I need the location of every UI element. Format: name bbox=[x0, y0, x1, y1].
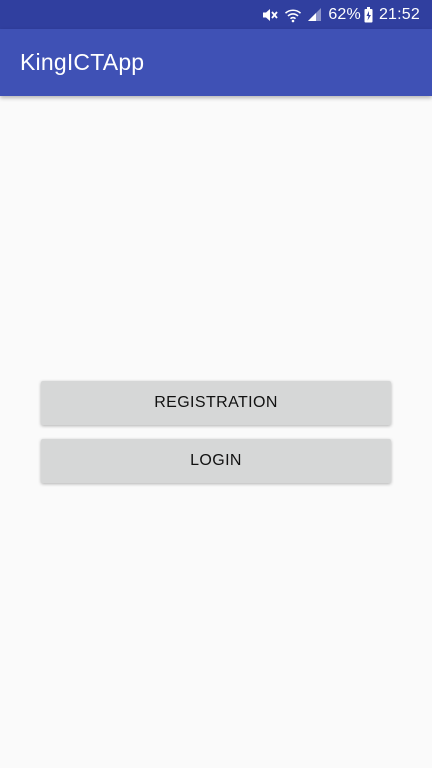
status-time: 21:52 bbox=[378, 5, 420, 23]
battery-percent: 62% bbox=[328, 5, 361, 23]
app-bar: KingICTApp bbox=[0, 29, 432, 96]
wifi-icon bbox=[284, 7, 302, 23]
signal-icon bbox=[307, 7, 322, 22]
mute-icon bbox=[261, 7, 279, 23]
main-content: REGISTRATION LOGIN bbox=[0, 96, 432, 768]
status-bar: 62% 21:52 bbox=[0, 0, 432, 29]
login-button[interactable]: LOGIN bbox=[41, 439, 391, 483]
battery-charging-icon bbox=[364, 6, 373, 23]
app-title: KingICTApp bbox=[20, 49, 145, 75]
registration-button[interactable]: REGISTRATION bbox=[41, 381, 391, 425]
